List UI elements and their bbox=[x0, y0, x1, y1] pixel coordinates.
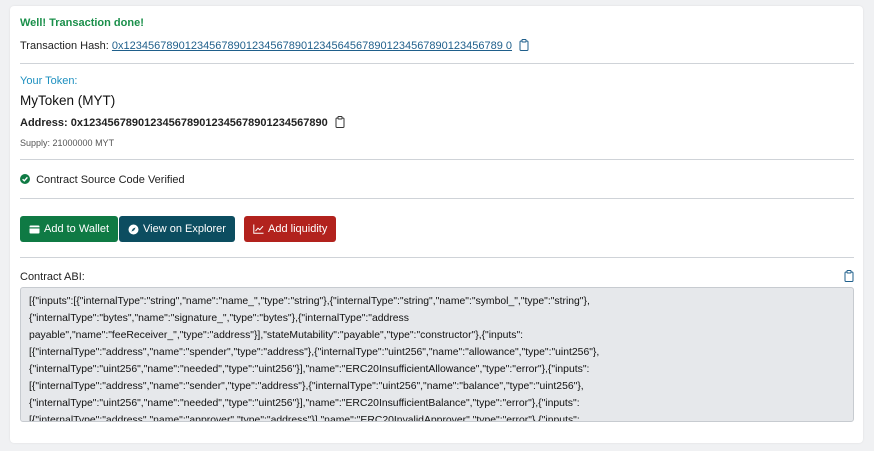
divider bbox=[20, 198, 854, 199]
transaction-status: Well! Transaction done! bbox=[20, 17, 144, 29]
divider bbox=[20, 159, 854, 160]
token-address-row: Address: 0x12345678901234567890123456789… bbox=[20, 116, 345, 131]
transaction-result-card: Well! Transaction done! Transaction Hash… bbox=[10, 6, 863, 443]
add-liquidity-button[interactable]: Add liquidity bbox=[244, 216, 337, 242]
transaction-hash-row: Transaction Hash: 0x12345678901234567890… bbox=[20, 39, 529, 54]
add-to-wallet-label: Add to Wallet bbox=[44, 223, 110, 235]
divider bbox=[20, 63, 854, 64]
token-address-value: 0x12345678901234567890123456789012345678… bbox=[70, 117, 328, 129]
abi-line: payable","name":"feeReceiver_","type":"a… bbox=[29, 330, 524, 341]
verification-text: Contract Source Code Verified bbox=[36, 174, 185, 186]
abi-line: [{"internalType":"address","name":"appro… bbox=[29, 415, 580, 422]
compass-icon bbox=[128, 224, 139, 234]
transaction-hash-label: Transaction Hash: bbox=[20, 40, 109, 52]
view-on-explorer-button[interactable]: View on Explorer bbox=[119, 216, 235, 242]
abi-line: [{"internalType":"address","name":"sende… bbox=[29, 381, 584, 392]
copy-abi-icon[interactable] bbox=[844, 270, 854, 285]
add-liquidity-label: Add liquidity bbox=[268, 223, 328, 235]
abi-line: {"internalType":"bytes","name":"signatur… bbox=[29, 313, 409, 324]
copy-hash-icon[interactable] bbox=[519, 39, 529, 54]
contract-abi-textarea[interactable]: [{"inputs":[{"internalType":"string","na… bbox=[20, 287, 854, 422]
your-token-label: Your Token: bbox=[20, 75, 78, 87]
divider bbox=[20, 257, 854, 258]
contract-abi-label: Contract ABI: bbox=[20, 271, 85, 283]
view-on-explorer-label: View on Explorer bbox=[143, 223, 226, 235]
transaction-hash-link[interactable]: 0x12345678901234567890123456789012345645… bbox=[112, 40, 512, 52]
copy-address-icon[interactable] bbox=[335, 116, 345, 131]
wallet-icon bbox=[29, 225, 40, 233]
check-circle-icon bbox=[20, 174, 30, 184]
verification-row: Contract Source Code Verified bbox=[20, 174, 185, 186]
chart-line-icon bbox=[253, 224, 264, 234]
add-to-wallet-button[interactable]: Add to Wallet bbox=[20, 216, 119, 242]
token-name: MyToken (MYT) bbox=[20, 93, 116, 108]
abi-line: {"internalType":"uint256","name":"needed… bbox=[29, 398, 580, 409]
token-address-label: Address: bbox=[20, 117, 68, 129]
token-supply: Supply: 21000000 MYT bbox=[20, 138, 115, 148]
abi-line: [{"internalType":"address","name":"spend… bbox=[29, 347, 600, 358]
abi-line: {"internalType":"uint256","name":"needed… bbox=[29, 364, 590, 375]
abi-line: [{"inputs":[{"internalType":"string","na… bbox=[29, 296, 590, 307]
